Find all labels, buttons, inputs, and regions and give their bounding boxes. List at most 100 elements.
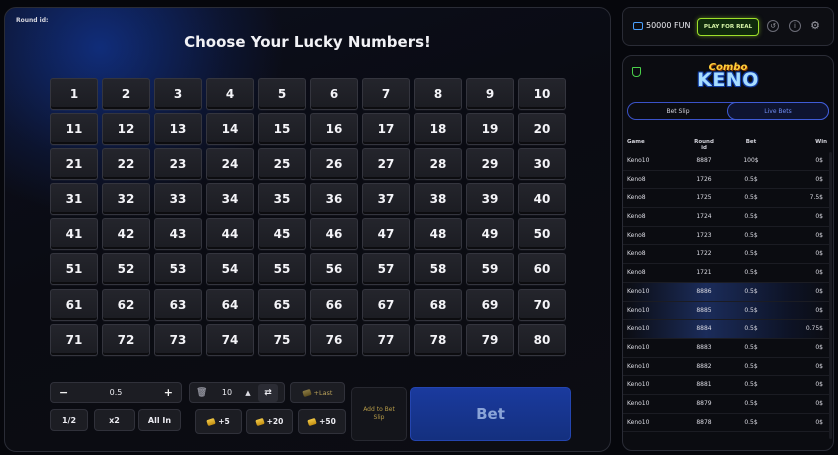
number-cell[interactable]: 37 [362, 183, 410, 216]
number-cell[interactable]: 9 [466, 78, 514, 110]
number-cell[interactable]: 13 [154, 113, 202, 146]
number-cell[interactable]: 17 [362, 113, 410, 146]
stake-input[interactable]: 0.5 [110, 388, 123, 397]
number-cell[interactable]: 59 [466, 253, 514, 286]
trash-icon[interactable]: 🗑 [196, 388, 216, 398]
number-cell[interactable]: 72 [102, 323, 150, 356]
info-icon[interactable]: i [789, 20, 801, 32]
number-cell[interactable]: 51 [50, 253, 98, 286]
number-cell[interactable]: 14 [206, 113, 254, 146]
tab-bet-slip[interactable]: Bet Slip [628, 103, 728, 119]
number-cell[interactable]: 79 [466, 323, 514, 356]
number-cell[interactable]: 35 [258, 183, 306, 216]
number-cell[interactable]: 57 [362, 253, 410, 286]
number-cell[interactable]: 21 [50, 148, 98, 181]
number-cell[interactable]: 28 [414, 148, 462, 181]
number-cell[interactable]: 47 [362, 218, 410, 251]
number-cell[interactable]: 66 [310, 288, 358, 321]
number-cell[interactable]: 44 [206, 218, 254, 251]
number-cell[interactable]: 60 [518, 253, 566, 286]
number-cell[interactable]: 22 [102, 148, 150, 181]
number-cell[interactable]: 3 [154, 78, 202, 110]
add-20-tickets-button[interactable]: +20 [246, 409, 293, 434]
number-cell[interactable]: 42 [102, 218, 150, 251]
number-cell[interactable]: 25 [258, 148, 306, 181]
number-cell[interactable]: 18 [414, 113, 462, 146]
add-to-bet-slip-button[interactable]: Add to Bet Slip [351, 387, 407, 441]
number-cell[interactable]: 75 [258, 323, 306, 356]
number-cell[interactable]: 30 [518, 148, 566, 181]
number-cell[interactable]: 55 [258, 253, 306, 286]
number-cell[interactable]: 50 [518, 218, 566, 251]
number-cell[interactable]: 31 [50, 183, 98, 216]
bet-button[interactable]: Bet [410, 387, 571, 441]
number-cell[interactable]: 62 [102, 288, 150, 321]
stake-half-button[interactable]: 1/2 [50, 409, 88, 431]
all-in-button[interactable]: All In [138, 409, 181, 431]
number-cell[interactable]: 1 [50, 78, 98, 110]
caret-up-icon[interactable]: ▲ [238, 389, 258, 397]
bets-scrollbar[interactable] [829, 152, 832, 439]
number-cell[interactable]: 49 [466, 218, 514, 251]
number-cell[interactable]: 43 [154, 218, 202, 251]
number-cell[interactable]: 34 [206, 183, 254, 216]
number-cell[interactable]: 76 [310, 323, 358, 356]
history-icon[interactable]: ↺ [767, 20, 779, 32]
number-cell[interactable]: 73 [154, 323, 202, 356]
number-cell[interactable]: 16 [310, 113, 358, 146]
number-cell[interactable]: 26 [310, 148, 358, 181]
repeat-last-button[interactable]: +Last [290, 382, 345, 403]
number-cell[interactable]: 56 [310, 253, 358, 286]
number-cell[interactable]: 6 [310, 78, 358, 110]
stake-increase-button[interactable]: + [164, 386, 173, 399]
number-cell[interactable]: 11 [50, 113, 98, 146]
number-cell[interactable]: 69 [466, 288, 514, 321]
number-cell[interactable]: 41 [50, 218, 98, 251]
number-cell[interactable]: 48 [414, 218, 462, 251]
gear-icon[interactable]: ⚙ [809, 19, 821, 32]
number-cell[interactable]: 53 [154, 253, 202, 286]
auto-pick-count[interactable]: 10 [216, 388, 238, 397]
number-cell[interactable]: 8 [414, 78, 462, 110]
number-cell[interactable]: 80 [518, 323, 566, 356]
number-cell[interactable]: 63 [154, 288, 202, 321]
number-cell[interactable]: 45 [258, 218, 306, 251]
number-cell[interactable]: 10 [518, 78, 566, 110]
number-cell[interactable]: 52 [102, 253, 150, 286]
number-cell[interactable]: 65 [258, 288, 306, 321]
number-cell[interactable]: 61 [50, 288, 98, 321]
number-cell[interactable]: 39 [466, 183, 514, 216]
number-cell[interactable]: 74 [206, 323, 254, 356]
number-cell[interactable]: 78 [414, 323, 462, 356]
number-cell[interactable]: 32 [102, 183, 150, 216]
stake-decrease-button[interactable]: − [59, 386, 68, 399]
number-cell[interactable]: 29 [466, 148, 514, 181]
number-cell[interactable]: 19 [466, 113, 514, 146]
number-cell[interactable]: 58 [414, 253, 462, 286]
number-cell[interactable]: 67 [362, 288, 410, 321]
number-cell[interactable]: 20 [518, 113, 566, 146]
number-cell[interactable]: 2 [102, 78, 150, 110]
number-cell[interactable]: 24 [206, 148, 254, 181]
number-cell[interactable]: 12 [102, 113, 150, 146]
stake-double-button[interactable]: x2 [94, 409, 135, 431]
number-cell[interactable]: 68 [414, 288, 462, 321]
add-50-tickets-button[interactable]: +50 [298, 409, 346, 434]
number-cell[interactable]: 46 [310, 218, 358, 251]
number-cell[interactable]: 64 [206, 288, 254, 321]
number-cell[interactable]: 27 [362, 148, 410, 181]
number-cell[interactable]: 36 [310, 183, 358, 216]
number-cell[interactable]: 77 [362, 323, 410, 356]
number-cell[interactable]: 15 [258, 113, 306, 146]
add-5-tickets-button[interactable]: +5 [195, 409, 242, 434]
number-cell[interactable]: 38 [414, 183, 462, 216]
number-cell[interactable]: 4 [206, 78, 254, 110]
shuffle-icon[interactable]: ⇄ [258, 383, 278, 402]
tab-live-bets[interactable]: Live Bets [727, 102, 829, 120]
number-cell[interactable]: 7 [362, 78, 410, 110]
number-cell[interactable]: 5 [258, 78, 306, 110]
number-cell[interactable]: 71 [50, 323, 98, 356]
number-cell[interactable]: 70 [518, 288, 566, 321]
play-for-real-button[interactable]: PLAY FOR REAL [697, 18, 759, 36]
number-cell[interactable]: 54 [206, 253, 254, 286]
